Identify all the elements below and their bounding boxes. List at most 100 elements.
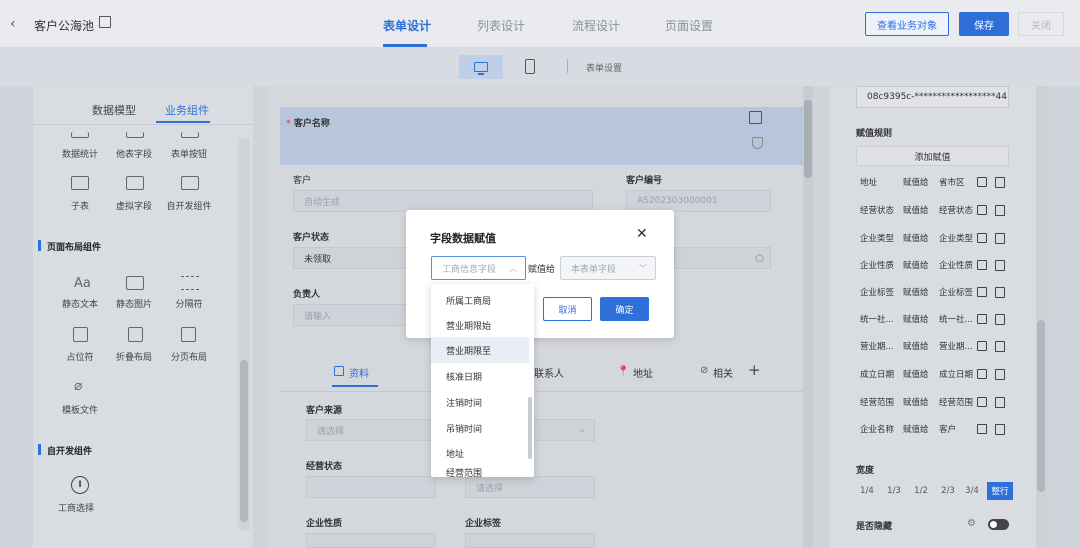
props-scrollbar-thumb[interactable]: [1037, 320, 1045, 492]
dropdown-option[interactable]: 注销时间: [431, 389, 529, 415]
hidden-toggle[interactable]: [988, 519, 1009, 530]
gear-icon[interactable]: ⚙: [967, 518, 976, 529]
width-option[interactable]: 1/3: [883, 482, 905, 500]
delete-icon[interactable]: [995, 287, 1005, 298]
canvas-scrollbar-thumb[interactable]: [804, 100, 812, 178]
delete-icon[interactable]: [995, 205, 1005, 216]
edit-icon[interactable]: [977, 205, 987, 215]
component-placeholder[interactable]: 占位符: [50, 350, 110, 363]
search-input[interactable]: ○: [674, 247, 771, 269]
source-field-select[interactable]: 工商信息字段 ︿: [431, 256, 526, 280]
desktop-view-button[interactable]: [459, 55, 503, 79]
link-icon: ⊘: [700, 365, 709, 376]
dropdown-option[interactable]: 地址: [431, 440, 529, 466]
rule-source: 企业标签: [860, 288, 895, 298]
tab-form-design[interactable]: 表单设计: [383, 17, 431, 34]
edit-icon[interactable]: [977, 177, 987, 187]
customer-input[interactable]: 自动生成: [293, 190, 593, 212]
dropdown-option[interactable]: 经营范围: [431, 466, 529, 477]
left-scrollbar-thumb[interactable]: [240, 360, 248, 522]
component-custom-dev[interactable]: 自开发组件: [159, 199, 219, 212]
dropdown-option-highlighted[interactable]: 营业期限至: [431, 337, 529, 363]
delete-icon[interactable]: [995, 177, 1005, 188]
component-tab-layout[interactable]: 分页布局: [159, 350, 219, 363]
dropdown-scrollbar[interactable]: [528, 397, 532, 459]
width-option[interactable]: 1/2: [910, 482, 932, 500]
source-select[interactable]: 请选择: [306, 419, 436, 441]
delete-icon[interactable]: [995, 397, 1005, 408]
close-icon[interactable]: ✕: [636, 226, 648, 242]
delete-icon[interactable]: [995, 424, 1005, 435]
subtab-address[interactable]: 地址: [633, 365, 653, 380]
dropdown-option[interactable]: 吊销时间: [431, 415, 529, 441]
tab-page-settings[interactable]: 页面设置: [665, 17, 713, 34]
owner-input[interactable]: 请输入: [293, 304, 408, 326]
tab-flow-design[interactable]: 流程设计: [572, 17, 620, 34]
biz-status-select[interactable]: [306, 476, 436, 498]
component-business-select[interactable]: 工商选择: [46, 501, 106, 514]
back-icon[interactable]: ‹: [10, 16, 16, 32]
confirm-button[interactable]: 确定: [600, 297, 649, 321]
subtab-indicator: [332, 385, 378, 387]
component-collapse-layout[interactable]: 折叠布局: [104, 350, 164, 363]
dropdown-option[interactable]: 核准日期: [431, 363, 529, 389]
delete-icon[interactable]: [995, 341, 1005, 352]
component-static-text[interactable]: 静态文本: [50, 297, 110, 310]
edit-icon[interactable]: [977, 341, 987, 351]
delete-icon[interactable]: [995, 314, 1005, 325]
width-option[interactable]: 2/3: [937, 482, 959, 500]
delete-icon[interactable]: [995, 233, 1005, 244]
edit-icon[interactable]: [977, 369, 987, 379]
width-option[interactable]: 1/4: [856, 482, 878, 500]
rules-label: 赋值规则: [856, 129, 893, 139]
nature-select[interactable]: [306, 533, 436, 548]
subtab-related[interactable]: 相关: [713, 365, 733, 380]
dropdown-option[interactable]: 所属工商局: [431, 287, 529, 313]
width-option-full[interactable]: 整行: [987, 482, 1013, 500]
dropdown-option[interactable]: 营业期限始: [431, 312, 529, 338]
save-button[interactable]: 保存: [959, 12, 1009, 36]
tag-select[interactable]: [465, 533, 595, 548]
edit-title-icon[interactable]: [99, 16, 111, 28]
view-business-objects-button[interactable]: 查看业务对象: [865, 12, 949, 36]
component-static-image[interactable]: 静态图片: [104, 297, 164, 310]
component-virtual-field[interactable]: 虚拟字段: [104, 199, 164, 212]
edit-icon[interactable]: [977, 397, 987, 407]
component-subtable[interactable]: 子表: [50, 199, 110, 212]
edit-icon[interactable]: [977, 424, 987, 434]
target-field-select[interactable]: 本表单字段 ﹀: [560, 256, 656, 280]
width-label: 宽度: [856, 466, 875, 476]
component-form-button[interactable]: 表单按钮: [159, 147, 219, 160]
edit-icon[interactable]: [977, 233, 987, 243]
subtab-contacts[interactable]: 联系人: [534, 365, 564, 380]
rule-target: 客户: [939, 425, 957, 435]
edit-icon[interactable]: [977, 260, 987, 270]
edit-icon[interactable]: [977, 287, 987, 297]
foreign-field-icon: [126, 132, 144, 138]
width-option[interactable]: 3/4: [961, 482, 983, 500]
component-data-stats[interactable]: 数据统计: [50, 147, 110, 160]
delete-icon[interactable]: [995, 369, 1005, 380]
selected-field[interactable]: [280, 107, 804, 165]
form-settings-link[interactable]: 表单设置: [586, 61, 622, 74]
tab-data-model[interactable]: 数据模型: [92, 102, 136, 118]
rule-operator: 赋值给: [903, 261, 929, 271]
delete-icon[interactable]: [995, 260, 1005, 271]
component-foreign-field[interactable]: 他表字段: [104, 147, 164, 160]
add-rule-button[interactable]: 添加赋值: [856, 146, 1009, 166]
cancel-button[interactable]: 取消: [543, 297, 592, 321]
field-id-input[interactable]: 08c9395c-******************44: [856, 86, 1009, 108]
subtab-info[interactable]: 资料: [349, 365, 369, 380]
mobile-view-icon[interactable]: [525, 59, 535, 74]
tab-list-design[interactable]: 列表设计: [477, 17, 525, 34]
status-input[interactable]: 未领取: [293, 247, 408, 269]
delete-icon[interactable]: [749, 111, 762, 124]
component-separator[interactable]: 分隔符: [159, 297, 219, 310]
biz-status2-select[interactable]: 请选择: [465, 476, 595, 498]
edit-icon[interactable]: [977, 314, 987, 324]
component-template-file[interactable]: 模板文件: [50, 403, 110, 416]
add-tab-icon[interactable]: +: [748, 361, 761, 379]
tab-business-components[interactable]: 业务组件: [165, 102, 209, 118]
customer-no-input[interactable]: AS202303000001: [626, 190, 771, 212]
close-button[interactable]: 关闭: [1018, 12, 1064, 36]
